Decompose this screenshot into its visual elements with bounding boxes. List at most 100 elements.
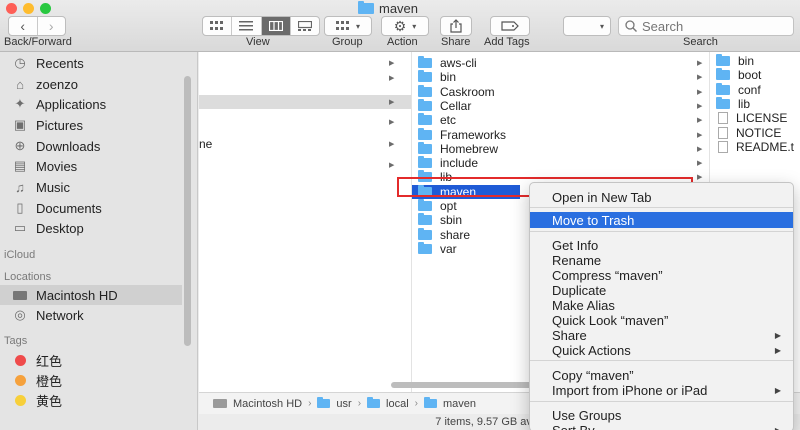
list-item[interactable]: Homebrew ▶	[412, 141, 709, 156]
view-label: View	[246, 36, 270, 48]
sidebar-item-desktop[interactable]: ▭ Desktop	[0, 218, 182, 238]
list-item[interactable]: ▶	[199, 158, 411, 172]
columns-icon	[268, 21, 283, 31]
compress-menu-item[interactable]: Compress “maven”	[530, 267, 793, 283]
list-item-selected[interactable]: maven	[412, 184, 520, 199]
disclosure-arrow-icon: ▶	[389, 60, 395, 67]
disclosure-arrow-icon: ▶	[697, 145, 703, 153]
path-item[interactable]: usr	[336, 398, 351, 410]
use-groups-menu-item[interactable]: Use Groups	[530, 407, 793, 423]
sidebar-item-documents[interactable]: ▯ Documents	[0, 198, 182, 218]
icon-view-button[interactable]	[203, 17, 233, 35]
menu-item-label: Sort By	[552, 422, 595, 430]
list-item[interactable]: Caskroom ▶	[412, 84, 709, 99]
quick-look-menu-item[interactable]: Quick Look “maven”	[530, 312, 793, 328]
tag-icon	[501, 21, 519, 31]
sidebar-item-home[interactable]: ⌂ zoenzo	[0, 74, 182, 94]
group-button[interactable]: ▾	[324, 16, 372, 36]
make-alias-menu-item[interactable]: Make Alias	[530, 297, 793, 313]
path-dropdown-button[interactable]: ▾	[563, 16, 611, 36]
close-window-button[interactable]	[6, 3, 17, 14]
gallery-view-button[interactable]	[291, 17, 319, 35]
home-icon: ⌂	[16, 76, 24, 92]
search-field[interactable]	[618, 16, 794, 36]
list-item[interactable]: Frameworks ▶	[412, 127, 709, 142]
menu-item-label: Share	[552, 327, 587, 343]
list-item-label: LICENSE	[736, 111, 788, 126]
add-tags-button[interactable]	[490, 16, 530, 36]
move-to-trash-menu-item[interactable]: Move to Trash	[530, 212, 793, 228]
sort-by-menu-item[interactable]: Sort By ▶	[530, 422, 793, 430]
path-item[interactable]: Macintosh HD	[233, 398, 302, 410]
sidebar-item-pictures[interactable]: ▣ Pictures	[0, 115, 182, 135]
locations-heading: Locations	[4, 271, 52, 283]
sidebar-item-network[interactable]: ◎ Network	[0, 305, 182, 325]
list-item-label: maven	[440, 184, 477, 199]
list-item[interactable]: Cellar ▶	[412, 98, 709, 113]
quick-actions-menu-item[interactable]: Quick Actions ▶	[530, 342, 793, 358]
menu-item-label: Make Alias	[552, 297, 615, 313]
open-in-new-tab-menu-item[interactable]: Open in New Tab	[530, 189, 793, 205]
list-item[interactable]: bin ▶	[412, 70, 709, 84]
sidebar-item-macintosh-hd[interactable]: Macintosh HD	[0, 285, 182, 305]
list-item-label: sbin	[440, 213, 463, 228]
sidebar-item-tag-red[interactable]: 红色	[0, 350, 182, 370]
list-item[interactable]: ne ▶	[199, 137, 411, 151]
list-item[interactable]: include ▶	[412, 156, 709, 170]
list-item-label: conf	[738, 82, 761, 97]
share-button[interactable]	[440, 16, 472, 36]
list-item-label: share	[440, 227, 471, 242]
list-item[interactable]: LICENSE	[710, 111, 800, 125]
chevron-right-icon: ›	[48, 18, 54, 34]
rename-menu-item[interactable]: Rename	[530, 252, 793, 268]
column-view-button[interactable]	[261, 17, 291, 35]
list-item[interactable]: bin	[710, 54, 800, 68]
list-item-label: var	[440, 241, 457, 256]
list-item[interactable]: ▶	[199, 56, 411, 70]
list-item[interactable]: boot	[710, 68, 800, 82]
list-item[interactable]: README.t	[710, 140, 800, 154]
list-item[interactable]: NOTICE	[710, 126, 800, 140]
disclosure-arrow-icon: ▶	[697, 131, 703, 139]
sidebar-item-tag-yellow[interactable]: 黄色	[0, 390, 182, 410]
list-item[interactable]: ▶	[199, 115, 411, 129]
duplicate-menu-item[interactable]: Duplicate	[530, 282, 793, 298]
list-item[interactable]: ▶	[199, 71, 411, 85]
sidebar-item-label: Downloads	[36, 138, 101, 154]
disclosure-arrow-icon: ▶	[697, 74, 703, 82]
sidebar-item-applications[interactable]: ✦ Applications	[0, 94, 182, 114]
list-item-label: boot	[738, 68, 762, 83]
list-view-button[interactable]	[232, 17, 262, 35]
sidebar-item-music[interactable]: ♫ Music	[0, 177, 182, 197]
minimize-window-button[interactable]	[23, 3, 34, 14]
import-from-iphone-menu-item[interactable]: Import from iPhone or iPad ▶	[530, 382, 793, 398]
sidebar-item-label: 橙色	[36, 373, 63, 389]
search-input[interactable]	[642, 18, 782, 34]
list-item[interactable]: aws-cli ▶	[412, 56, 709, 70]
sidebar-scrollbar[interactable]	[184, 76, 191, 346]
share-menu-item[interactable]: Share ▶	[530, 327, 793, 343]
list-item-label: Cellar	[440, 98, 472, 113]
copy-menu-item[interactable]: Copy “maven”	[530, 367, 793, 383]
sidebar-item-movies[interactable]: ▤ Movies	[0, 156, 182, 176]
sidebar-item-recents[interactable]: ◷ Recents	[0, 53, 182, 73]
chevron-right-icon: ›	[308, 398, 312, 409]
sidebar-item-label: Movies	[36, 158, 78, 174]
list-item[interactable]: conf	[710, 82, 800, 97]
list-item-selected[interactable]: ▶	[199, 95, 411, 109]
back-button[interactable]: ‹	[9, 17, 38, 35]
menu-separator	[530, 231, 793, 232]
folder-icon	[716, 54, 730, 66]
sidebar-item-downloads[interactable]: ⊕ Downloads	[0, 136, 182, 156]
path-item[interactable]: local	[386, 398, 409, 410]
path-item[interactable]: maven	[443, 398, 476, 410]
get-info-menu-item[interactable]: Get Info	[530, 237, 793, 253]
zoom-window-button[interactable]	[40, 3, 51, 14]
list-item[interactable]: lib	[710, 96, 800, 111]
list-item[interactable]: etc ▶	[412, 113, 709, 127]
forward-button[interactable]: ›	[38, 17, 66, 35]
sidebar-item-tag-orange[interactable]: 橙色	[0, 370, 182, 390]
yellow-tag-icon	[15, 394, 26, 406]
disclosure-arrow-icon: ▶	[389, 75, 395, 82]
action-button[interactable]: ⚙ ▾	[381, 16, 429, 36]
